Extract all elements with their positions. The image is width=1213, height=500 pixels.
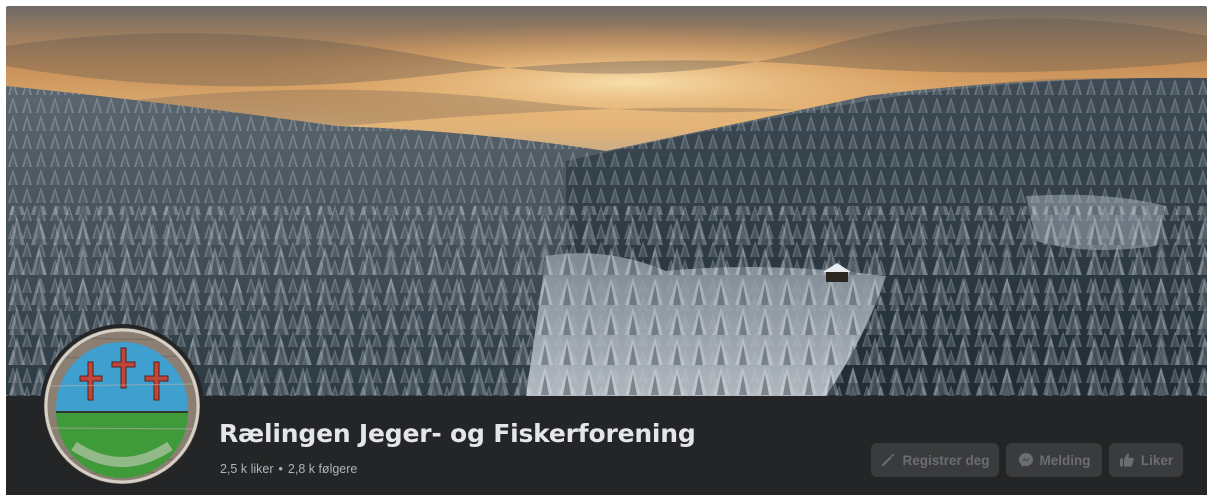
message-button-label: Melding (1039, 452, 1091, 468)
pencil-icon (882, 453, 895, 466)
club-logo (44, 328, 200, 484)
page-stats: 2,5 k liker • 2,8 k følgere (220, 462, 357, 476)
page-title: Rælingen Jeger- og Fiskerforening (219, 419, 696, 448)
likes-count[interactable]: 2,5 k liker (220, 462, 274, 476)
message-button[interactable]: Melding (1006, 443, 1102, 477)
like-button-label: Liker (1140, 452, 1174, 468)
messenger-icon (1018, 453, 1033, 467)
register-button-label: Registrer deg (902, 452, 990, 468)
followers-count[interactable]: 2,8 k følgere (288, 462, 357, 476)
profile-picture[interactable] (40, 324, 204, 488)
like-button[interactable]: Liker (1109, 443, 1183, 477)
thumbs-up-icon (1119, 453, 1134, 467)
stats-separator: • (278, 462, 283, 476)
register-button[interactable]: Registrer deg (871, 443, 999, 477)
